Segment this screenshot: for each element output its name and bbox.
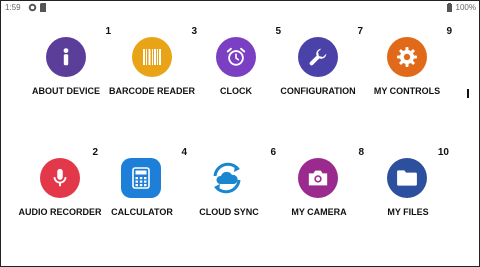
app-clock[interactable]: 5 CLOCK [191, 26, 281, 136]
app-my-controls[interactable]: 9 MY CONTROLS [362, 26, 452, 136]
next-column-edge [467, 89, 469, 98]
battery-percent: 100% [455, 3, 476, 12]
status-bar: 1:59 100% [1, 1, 479, 15]
alarm-clock-icon [216, 37, 256, 77]
status-time: 1:59 [5, 3, 21, 12]
battery-icon [447, 3, 452, 14]
info-icon [46, 37, 86, 77]
app-about-device[interactable]: 1 ABOUT DEVICE [21, 26, 111, 136]
app-my-files[interactable]: 10 MY FILES [359, 147, 449, 257]
app-calculator[interactable]: 4 CALCULATOR [97, 147, 187, 257]
sync-status-icon [28, 3, 37, 14]
app-configuration[interactable]: 7 CONFIGURATION [273, 26, 363, 136]
app-label: MY FILES [387, 207, 429, 217]
calculator-icon [121, 158, 161, 198]
tile-number: 10 [437, 147, 449, 158]
app-my-camera[interactable]: 8 MY CAMERA [274, 147, 364, 257]
folder-icon [387, 158, 427, 198]
sd-card-icon [40, 3, 47, 14]
home-screen: 1:59 100% 1 ABOUT DEVICE 3 BARCODE READE… [0, 0, 480, 267]
microphone-icon [40, 158, 80, 198]
gear-icon [387, 37, 427, 77]
wrench-icon [298, 37, 338, 77]
camera-icon [298, 158, 338, 198]
cloud-sync-icon [207, 158, 247, 198]
barcode-icon [132, 37, 172, 77]
app-label: MY CONTROLS [373, 86, 441, 96]
tile-number: 9 [446, 26, 452, 37]
app-audio-recorder[interactable]: 2 AUDIO RECORDER [8, 147, 101, 257]
app-cloud-sync[interactable]: 6 CLOUD SYNC [186, 147, 276, 257]
app-barcode-reader[interactable]: 3 BARCODE READER [107, 26, 197, 136]
